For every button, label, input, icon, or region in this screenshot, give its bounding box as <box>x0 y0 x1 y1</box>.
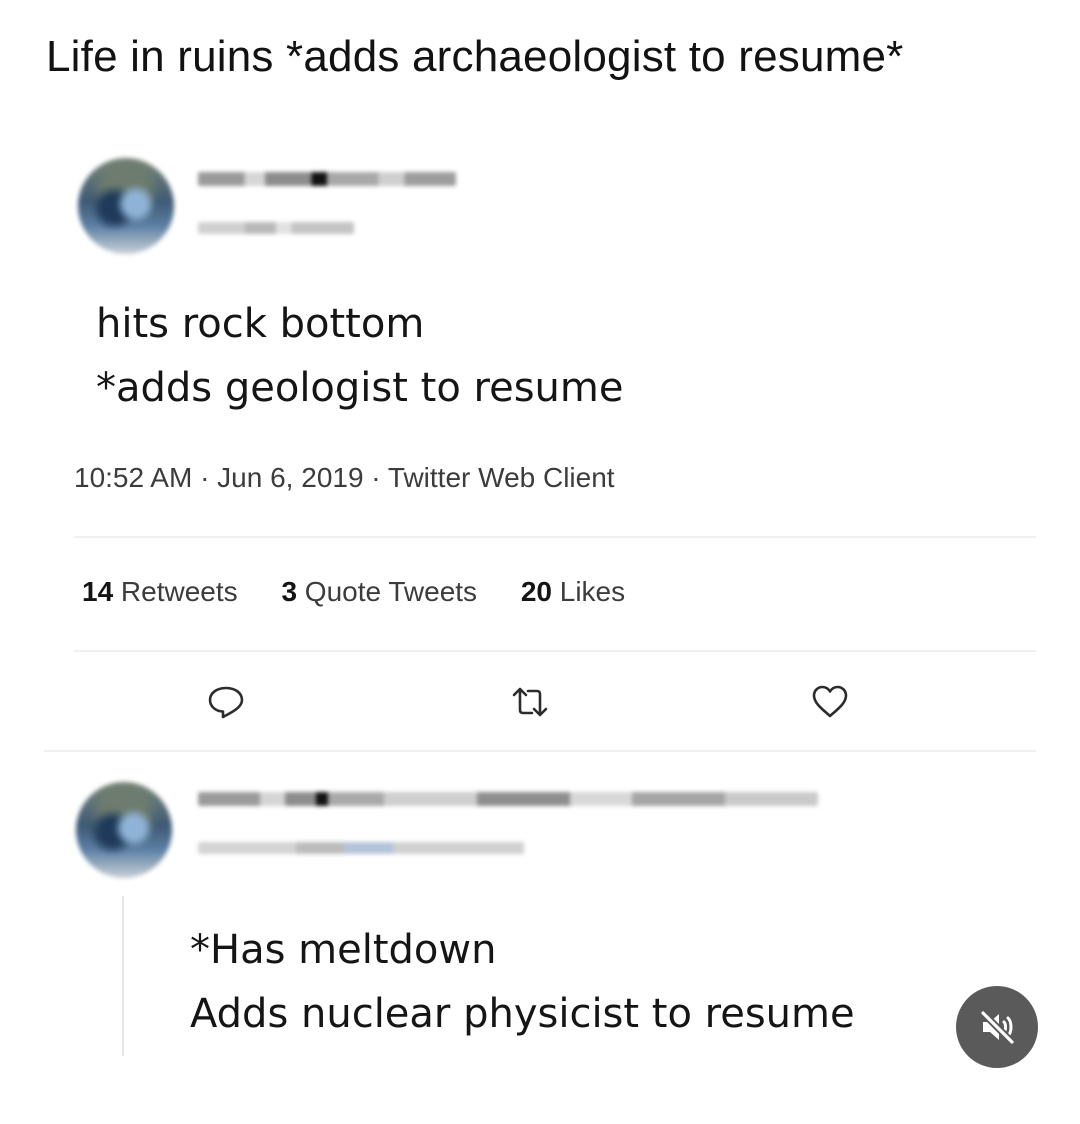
tweet-line: hits rock bottom <box>96 301 425 347</box>
heart-icon <box>812 685 848 718</box>
retweets-stat[interactable]: 14 Retweets <box>82 576 238 608</box>
likes-count: 20 <box>520 576 552 607</box>
like-button[interactable] <box>810 682 850 722</box>
blurred-display-name <box>198 172 456 186</box>
muted-speaker-icon <box>979 1009 1016 1046</box>
tweet-stats: 14 Retweets 3 Quote Tweets 20 Likes <box>82 576 661 608</box>
divider <box>74 536 1036 538</box>
divider <box>44 750 1036 752</box>
thread-line <box>122 896 124 1056</box>
divider <box>74 650 1036 652</box>
mute-toggle-button[interactable] <box>956 986 1038 1068</box>
blurred-username <box>198 222 354 234</box>
reply-line: Adds nuclear physicist to resume <box>190 991 855 1037</box>
quote-tweets-label: Quote Tweets <box>297 576 478 607</box>
reply-icon <box>208 686 244 719</box>
reply-line: *Has meltdown <box>190 927 497 973</box>
tweet-line: *adds geologist to resume <box>96 365 624 411</box>
retweet-button[interactable] <box>510 682 550 722</box>
retweet-icon <box>512 687 548 717</box>
reply-tweet-text: *Has meltdown Adds nuclear physicist to … <box>190 918 855 1046</box>
blurred-display-name <box>198 792 818 806</box>
post-caption: Life in ruins *adds archaeologist to res… <box>46 32 904 81</box>
retweets-label: Retweets <box>113 576 238 607</box>
retweets-count: 14 <box>82 576 114 607</box>
quote-tweets-count: 3 <box>281 576 298 607</box>
quote-tweets-stat[interactable]: 3 Quote Tweets <box>281 576 477 608</box>
likes-label: Likes <box>551 576 626 607</box>
likes-stat[interactable]: 20 Likes <box>521 576 625 608</box>
avatar[interactable] <box>78 158 174 254</box>
tweet-text: hits rock bottom *adds geologist to resu… <box>96 292 623 420</box>
avatar[interactable] <box>76 782 172 878</box>
reply-button[interactable] <box>206 682 246 722</box>
tweet-timestamp[interactable]: 10:52 AM · Jun 6, 2019 · Twitter Web Cli… <box>74 462 615 494</box>
blurred-username <box>198 842 524 854</box>
